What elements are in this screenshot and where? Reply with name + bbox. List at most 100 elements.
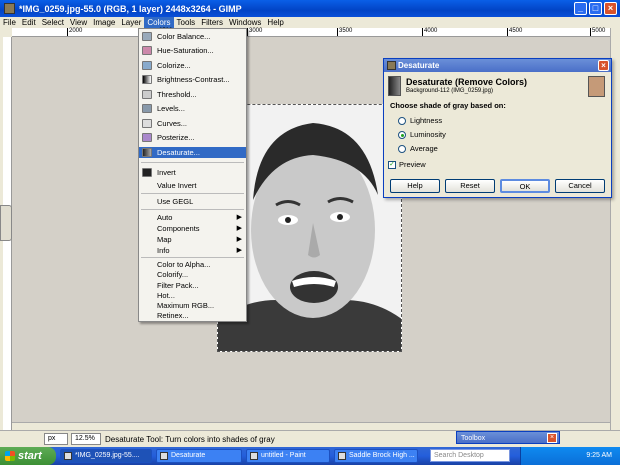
dialog-subheading: Background-112 (IMG_0259.jpg) — [406, 88, 493, 94]
radio-average[interactable]: Average — [398, 144, 438, 154]
desaturate-icon — [142, 148, 152, 157]
task-desaturate[interactable]: Desaturate — [156, 449, 242, 463]
desaturate-dialog: Desaturate × Desaturate (Remove Colors) … — [383, 58, 612, 198]
posterize-icon — [142, 133, 152, 142]
ruler-tick: 3500 — [337, 28, 353, 36]
menu-item-colorify[interactable]: Colorify... — [139, 269, 246, 280]
menu-separator — [141, 257, 244, 258]
menubar: File Edit Select View Image Layer Colors… — [0, 17, 620, 28]
status-message: Desaturate Tool: Turn colors into shades… — [105, 434, 275, 444]
radio-icon — [398, 145, 406, 154]
ruler-tick: 3000 — [247, 28, 263, 36]
zoom-select[interactable]: 12.5% — [71, 433, 101, 445]
preview-checkbox[interactable]: ✓ Preview — [388, 160, 426, 170]
task-gimp-image[interactable]: *IMG_0259.jpg-55.... — [60, 449, 152, 463]
menu-item-invert[interactable]: Invert — [139, 167, 246, 178]
desaturate-preview-icon — [388, 76, 401, 96]
menu-item-components[interactable]: Components ▶ — [139, 223, 246, 234]
system-tray: 9:25 AM — [520, 447, 620, 465]
dialog-title: Desaturate — [398, 61, 440, 70]
menu-tools[interactable]: Tools — [174, 17, 199, 28]
dialog-header: Desaturate (Remove Colors) Background-11… — [388, 76, 609, 98]
menu-separator — [141, 162, 244, 163]
menu-item-posterize[interactable]: Posterize... — [139, 132, 246, 143]
menu-view[interactable]: View — [67, 17, 90, 28]
dialog-close-icon[interactable]: × — [598, 60, 609, 71]
submenu-arrow-icon: ▶ — [236, 225, 242, 232]
menu-item-brightness-contrast[interactable]: Brightness-Contrast... — [139, 74, 246, 85]
reset-button[interactable]: Reset — [445, 179, 495, 193]
menu-select[interactable]: Select — [39, 17, 67, 28]
menu-item-hue-saturation[interactable]: Hue-Saturation... — [139, 45, 246, 56]
menu-item-desaturate[interactable]: Desaturate... — [139, 147, 246, 158]
gimp-icon — [64, 452, 72, 460]
start-button[interactable]: start — [0, 447, 56, 465]
menu-edit[interactable]: Edit — [19, 17, 39, 28]
browser-icon — [338, 452, 346, 460]
window-titlebar: *IMG_0259.jpg-55.0 (RGB, 1 layer) 2448x3… — [0, 0, 620, 17]
clock: 9:25 AM — [586, 452, 612, 459]
menu-item-retinex[interactable]: Retinex... — [139, 310, 246, 321]
toolbox-title: Toolbox — [461, 435, 486, 442]
dialog-titlebar: Desaturate × — [384, 59, 611, 72]
maximize-button[interactable]: □ — [589, 2, 602, 15]
toolbox-close-icon[interactable]: × — [547, 433, 557, 443]
menu-item-use-gegl[interactable]: Use GEGL — [139, 196, 246, 207]
dialog-prompt: Choose shade of gray based on: — [390, 101, 506, 110]
minimize-button[interactable]: _ — [574, 2, 587, 15]
checkmark-icon: ✓ — [388, 161, 396, 170]
image-thumbnail — [588, 76, 605, 97]
unit-select[interactable]: px — [44, 433, 68, 445]
close-button[interactable]: × — [604, 2, 617, 15]
gimp-icon — [160, 452, 168, 460]
menu-file[interactable]: File — [0, 17, 19, 28]
color-balance-icon — [142, 32, 152, 41]
submenu-arrow-icon: ▶ — [236, 214, 242, 221]
menu-item-color-balance[interactable]: Color Balance... — [139, 31, 246, 42]
brightness-contrast-icon — [142, 75, 152, 84]
menu-windows[interactable]: Windows — [226, 17, 264, 28]
menu-item-map[interactable]: Map ▶ — [139, 234, 246, 245]
window-title: *IMG_0259.jpg-55.0 (RGB, 1 layer) 2448x3… — [19, 3, 242, 14]
menu-item-threshold[interactable]: Threshold... — [139, 89, 246, 100]
hue-saturation-icon — [142, 46, 152, 55]
menu-colors[interactable]: Colors — [144, 17, 174, 28]
gimp-app-icon — [4, 3, 15, 14]
search-desktop-input[interactable]: Search Desktop — [430, 449, 510, 462]
task-saddle-brook[interactable]: Saddle Brock High ... — [334, 449, 418, 463]
submenu-arrow-icon: ▶ — [236, 236, 242, 243]
dialog-app-icon — [387, 61, 396, 70]
menu-item-colorize[interactable]: Colorize... — [139, 60, 246, 71]
menu-item-value-invert[interactable]: Value Invert — [139, 180, 246, 191]
ruler-tick: 4000 — [422, 28, 438, 36]
radio-icon — [398, 117, 406, 126]
submenu-arrow-icon: ▶ — [236, 247, 242, 254]
toolbox-titlebar[interactable]: Toolbox × — [456, 431, 560, 444]
paint-icon — [250, 452, 258, 460]
menu-item-levels[interactable]: Levels... — [139, 103, 246, 114]
levels-icon — [142, 104, 152, 113]
colors-menu: Color Balance... Hue-Saturation... Color… — [138, 28, 247, 322]
help-button[interactable]: Help — [390, 179, 440, 193]
radio-lightness[interactable]: Lightness — [398, 116, 442, 126]
menu-item-info[interactable]: Info ▶ — [139, 245, 246, 256]
menu-image[interactable]: Image — [90, 17, 118, 28]
colorize-icon — [142, 61, 152, 70]
task-paint[interactable]: untitled - Paint — [246, 449, 330, 463]
dock-handle[interactable] — [0, 205, 12, 241]
ok-button[interactable]: OK — [500, 179, 550, 193]
ruler-tick: 4500 — [507, 28, 523, 36]
cancel-button[interactable]: Cancel — [555, 179, 605, 193]
radio-luminosity[interactable]: Luminosity — [398, 130, 446, 140]
ruler-tick: 2000 — [67, 28, 83, 36]
menu-item-auto[interactable]: Auto ▶ — [139, 212, 246, 223]
menu-separator — [141, 209, 244, 210]
menu-layer[interactable]: Layer — [118, 17, 144, 28]
horizontal-scrollbar[interactable] — [12, 422, 610, 430]
menu-help[interactable]: Help — [264, 17, 286, 28]
invert-icon — [142, 168, 152, 177]
ruler-tick: 5000 — [590, 28, 606, 36]
menu-item-curves[interactable]: Curves... — [139, 118, 246, 129]
menu-filters[interactable]: Filters — [198, 17, 226, 28]
curves-icon — [142, 119, 152, 128]
